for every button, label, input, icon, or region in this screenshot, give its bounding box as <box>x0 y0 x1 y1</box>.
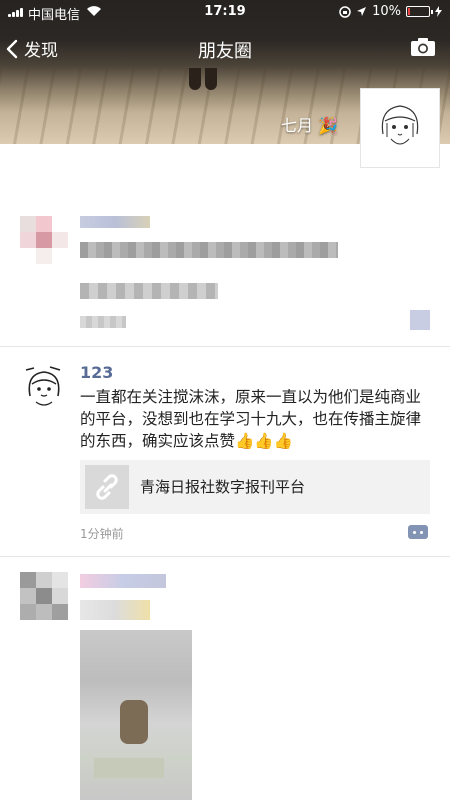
post-2-time: 1分钟前 <box>80 527 124 541</box>
post-1-name-blur <box>80 216 150 228</box>
cover-avatar[interactable] <box>360 88 440 168</box>
cover-user-name: 七月 🎉 <box>281 112 338 136</box>
post-3-avatar[interactable] <box>20 572 68 620</box>
post-3-photo[interactable] <box>80 630 192 800</box>
battery-level <box>408 8 410 15</box>
girl-avatar-drawing <box>381 105 419 145</box>
cover-user-name-text: 七月 <box>280 116 313 135</box>
post-1-text-blur <box>80 242 338 258</box>
post-1-avatar[interactable] <box>20 216 68 264</box>
post-3-text-blur <box>80 600 150 620</box>
post-1-time-blur <box>80 316 126 328</box>
post-2-name[interactable]: 123 <box>80 363 113 382</box>
post-3-name-blur <box>80 574 166 588</box>
post-2-avatar[interactable] <box>20 362 68 410</box>
post-divider <box>0 346 450 347</box>
post-1-text-blur-2 <box>80 283 218 299</box>
status-bar: 中国电信 17:19 10% <box>0 0 450 24</box>
post-divider <box>0 556 450 557</box>
battery-icon <box>406 6 433 17</box>
post-3-photo-base <box>94 758 164 778</box>
link-icon <box>96 474 118 500</box>
post-3-photo-object <box>120 700 148 744</box>
cover-figure-legs <box>185 68 223 94</box>
post-1-comment-blur[interactable] <box>410 310 430 330</box>
orientation-lock-icon <box>339 5 351 18</box>
link-thumbnail <box>85 465 129 509</box>
battery-percent: 10% <box>372 4 401 19</box>
party-popper-icon: 🎉 <box>318 116 338 135</box>
camera-icon[interactable] <box>410 37 436 57</box>
post-2-text: 一直都在关注搅沫沫，原来一直以为他们是纯商业的平台，没想到也在学习十九大，也在传… <box>80 388 422 450</box>
charging-bolt-icon <box>435 6 442 17</box>
link-title: 青海日报社数字报刊平台 <box>140 478 306 496</box>
status-right: 10% <box>339 4 442 19</box>
nav-bar: 发现 朋友圈 <box>0 28 450 68</box>
page-title: 朋友圈 <box>198 41 252 62</box>
location-icon <box>357 7 367 16</box>
comment-icon[interactable] <box>408 525 428 539</box>
post-2-link-card[interactable]: 青海日报社数字报刊平台 <box>80 460 430 514</box>
